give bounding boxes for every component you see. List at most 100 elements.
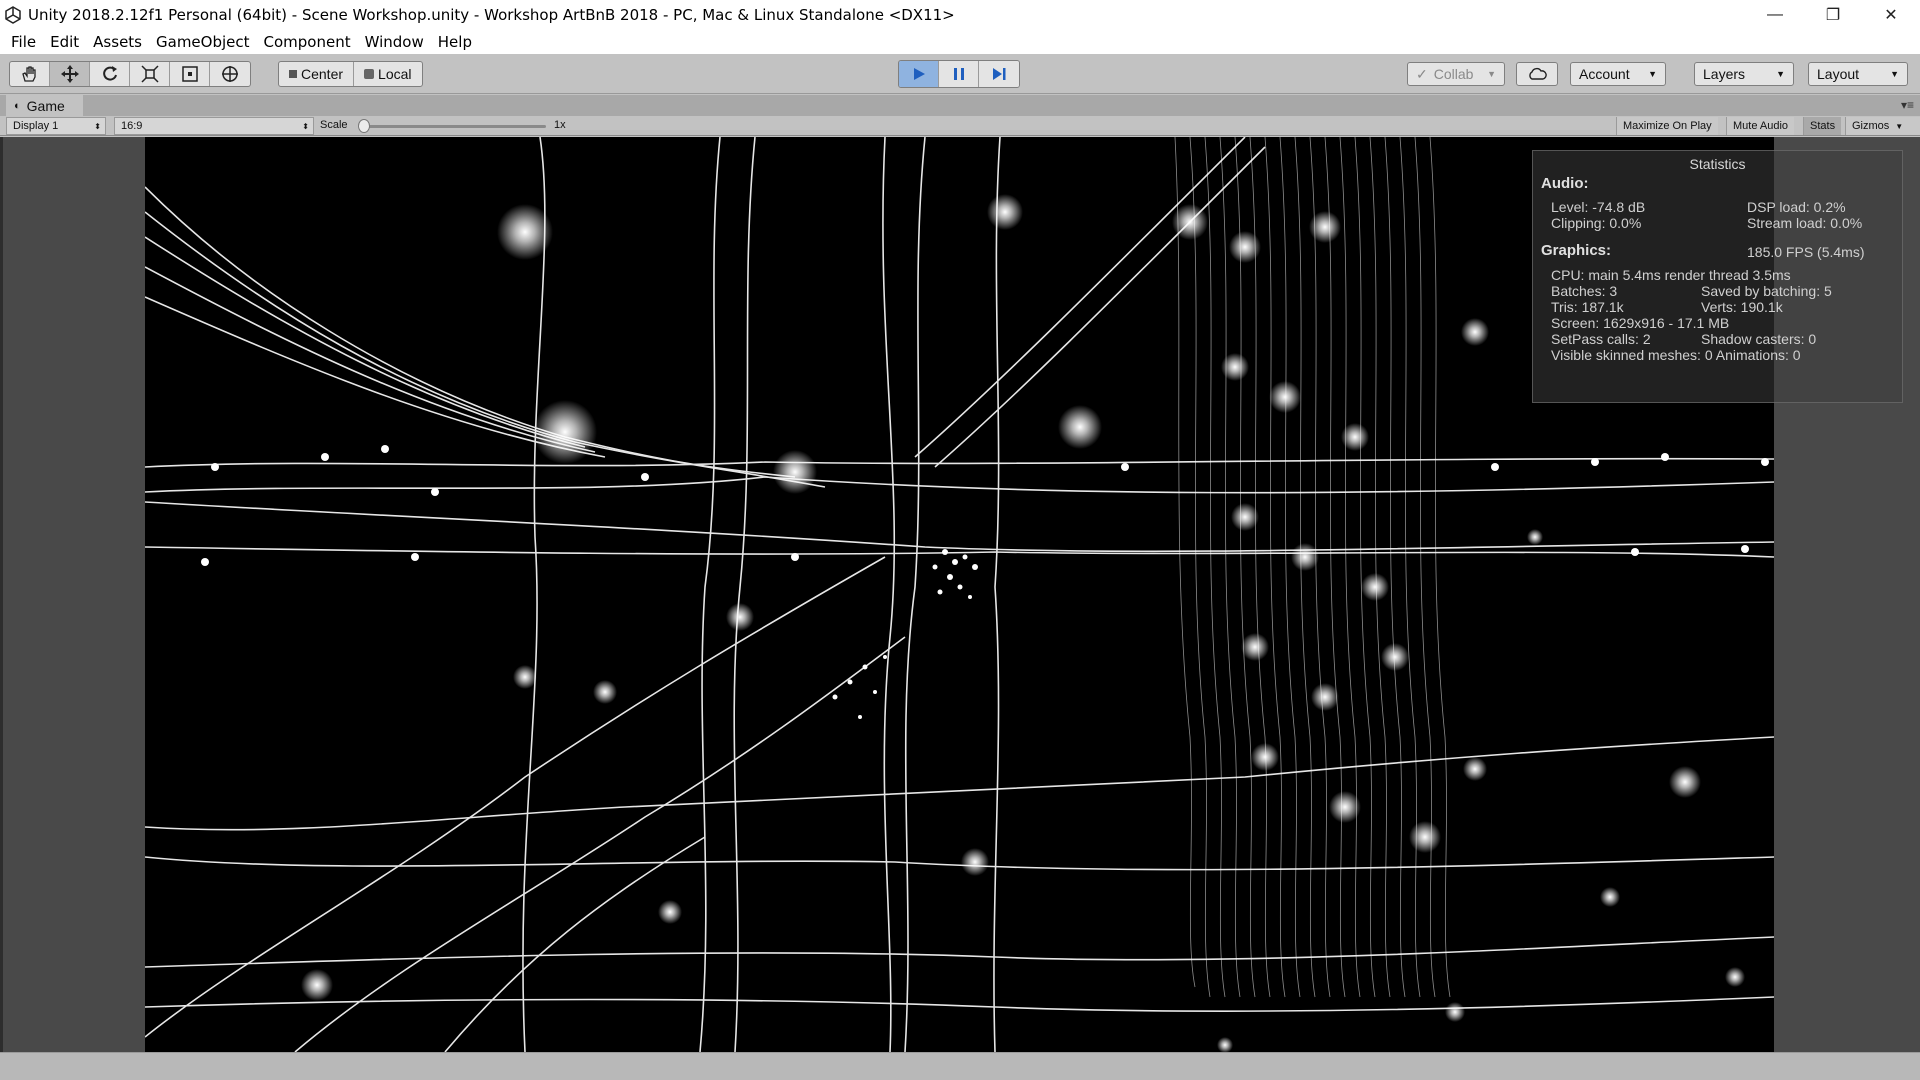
local-icon: [364, 69, 375, 79]
dropdown-arrow-icon: ▼: [1648, 69, 1657, 79]
menu-assets[interactable]: Assets: [86, 33, 149, 51]
minimize-button[interactable]: —: [1746, 0, 1804, 30]
scale-slider-track[interactable]: [360, 125, 546, 128]
stats-setpass: SetPass calls: 2: [1551, 331, 1651, 347]
pivot-icon: [289, 70, 297, 78]
move-icon: [60, 65, 79, 83]
cloud-button[interactable]: [1516, 62, 1558, 86]
pivot-center-button[interactable]: Center: [279, 62, 355, 86]
game-controller-icon: ◐: [14, 99, 21, 112]
dropdown-arrow-icon: ▼: [1890, 69, 1899, 79]
stats-stream: Stream load: 0.0%: [1747, 215, 1863, 231]
rotate-tool-button[interactable]: [90, 62, 130, 86]
collab-label: Collab: [1433, 66, 1474, 82]
hand-tool-button[interactable]: [10, 62, 50, 86]
tab-bar: ◐ Game ▾≡: [0, 95, 1920, 116]
stats-tris: Tris: 187.1k: [1551, 299, 1624, 315]
stats-graphics-heading: Graphics:: [1541, 242, 1612, 259]
menu-file[interactable]: File: [4, 33, 43, 51]
transform-tool-button[interactable]: [210, 62, 250, 86]
cloud-icon: [1529, 67, 1547, 80]
menu-gameobject[interactable]: GameObject: [149, 33, 257, 51]
title-bar: Unity 2018.2.12f1 Personal (64bit) - Sce…: [0, 0, 1920, 30]
statistics-panel: Statistics Audio: Level: -74.8 dB DSP lo…: [1532, 150, 1903, 403]
rect-tool-button[interactable]: [170, 62, 210, 86]
layers-dropdown[interactable]: Layers ▼: [1694, 62, 1794, 86]
collab-button[interactable]: ✓ Collab ▼: [1407, 62, 1505, 86]
layout-dropdown[interactable]: Layout ▼: [1808, 62, 1908, 86]
menu-bar: File Edit Assets GameObject Component Wi…: [0, 30, 1920, 54]
stats-clipping: Clipping: 0.0%: [1551, 215, 1642, 231]
pause-button[interactable]: [939, 61, 979, 87]
step-button[interactable]: [979, 61, 1019, 87]
play-button[interactable]: [899, 61, 939, 87]
pivot-label: Center: [301, 66, 344, 82]
stats-level: Level: -74.8 dB: [1551, 199, 1646, 215]
mute-audio-toggle[interactable]: Mute Audio: [1726, 117, 1795, 135]
stats-batches: Batches: 3: [1551, 283, 1618, 299]
stats-cpu: CPU: main 5.4ms render thread 3.5ms: [1551, 267, 1791, 283]
pivot-local-button[interactable]: Local: [354, 62, 421, 86]
scale-tool-button[interactable]: [130, 62, 170, 86]
pivot-toggles: Center Local: [278, 61, 423, 87]
dropdown-arrow-icon: ▼: [1776, 69, 1785, 79]
tab-menu-icon[interactable]: ▾≡: [1901, 98, 1914, 112]
move-tool-button[interactable]: [50, 62, 90, 86]
layout-label: Layout: [1817, 66, 1860, 82]
hand-icon: [21, 66, 36, 82]
game-view: Statistics Audio: Level: -74.8 dB DSP lo…: [0, 137, 1920, 1052]
game-render-canvas[interactable]: [145, 137, 1774, 1052]
transform-tools: [9, 61, 251, 87]
window-title: Unity 2018.2.12f1 Personal (64bit) - Sce…: [28, 6, 955, 24]
checkmark-icon: ✓: [1416, 65, 1428, 82]
scale-slider-thumb[interactable]: [358, 119, 370, 133]
stats-saved-batching: Saved by batching: 5: [1701, 283, 1832, 299]
menu-help[interactable]: Help: [431, 33, 479, 51]
menu-edit[interactable]: Edit: [43, 33, 86, 51]
gizmos-label: Gizmos: [1852, 120, 1890, 132]
particle-lines-render: [145, 137, 1774, 1052]
menu-window[interactable]: Window: [358, 33, 431, 51]
account-label: Account: [1579, 66, 1630, 82]
left-edge-divider: [0, 137, 3, 1052]
display-dropdown[interactable]: Display 1 ⬍: [6, 117, 106, 135]
scale-icon: [140, 65, 159, 83]
unity-logo-icon: [5, 6, 21, 24]
dropdown-arrow-icon: ▼: [1895, 121, 1904, 131]
rotate-icon: [102, 66, 117, 81]
stats-dsp: DSP load: 0.2%: [1747, 199, 1846, 215]
account-dropdown[interactable]: Account ▼: [1570, 62, 1666, 86]
stats-audio-heading: Audio:: [1541, 175, 1589, 192]
tab-game-label: Game: [26, 97, 65, 114]
scale-value: 1x: [554, 119, 566, 131]
stats-shadow-casters: Shadow casters: 0: [1701, 331, 1817, 347]
gizmos-dropdown[interactable]: Gizmos ▼: [1845, 117, 1920, 135]
main-toolbar: Center Local ✓ Collab ▼ Account ▼ Layers…: [0, 54, 1920, 94]
display-label: Display 1: [13, 120, 59, 132]
status-bar: [0, 1052, 1920, 1080]
tab-game[interactable]: ◐ Game: [6, 95, 83, 116]
stats-verts: Verts: 190.1k: [1701, 299, 1783, 315]
maximize-button[interactable]: ❐: [1804, 0, 1862, 30]
layers-label: Layers: [1703, 66, 1746, 82]
stats-fps: 185.0 FPS (5.4ms): [1747, 244, 1865, 260]
dropdown-arrow-icon: ⬍: [94, 121, 101, 131]
stats-toggle[interactable]: Stats: [1803, 117, 1842, 135]
aspect-label: 16:9: [121, 120, 143, 132]
stats-title: Statistics: [1689, 156, 1746, 172]
transform-icon: [222, 66, 238, 82]
space-label: Local: [378, 66, 412, 82]
stats-screen: Screen: 1629x916 - 17.1 MB: [1551, 315, 1730, 331]
pause-icon: [953, 68, 964, 80]
step-icon: [993, 68, 1006, 80]
close-button[interactable]: ✕: [1862, 0, 1920, 30]
play-icon: [913, 68, 925, 80]
dropdown-arrow-icon: ▼: [1487, 69, 1496, 79]
menu-component[interactable]: Component: [257, 33, 358, 51]
rect-icon: [181, 66, 198, 82]
scale-label: Scale: [320, 119, 348, 131]
maximize-on-play-toggle[interactable]: Maximize On Play: [1616, 117, 1718, 135]
aspect-dropdown[interactable]: 16:9 ⬍: [114, 117, 314, 135]
stats-skinned-meshes: Visible skinned meshes: 0 Animations: 0: [1551, 347, 1801, 363]
dropdown-arrow-icon: ⬍: [302, 121, 309, 131]
